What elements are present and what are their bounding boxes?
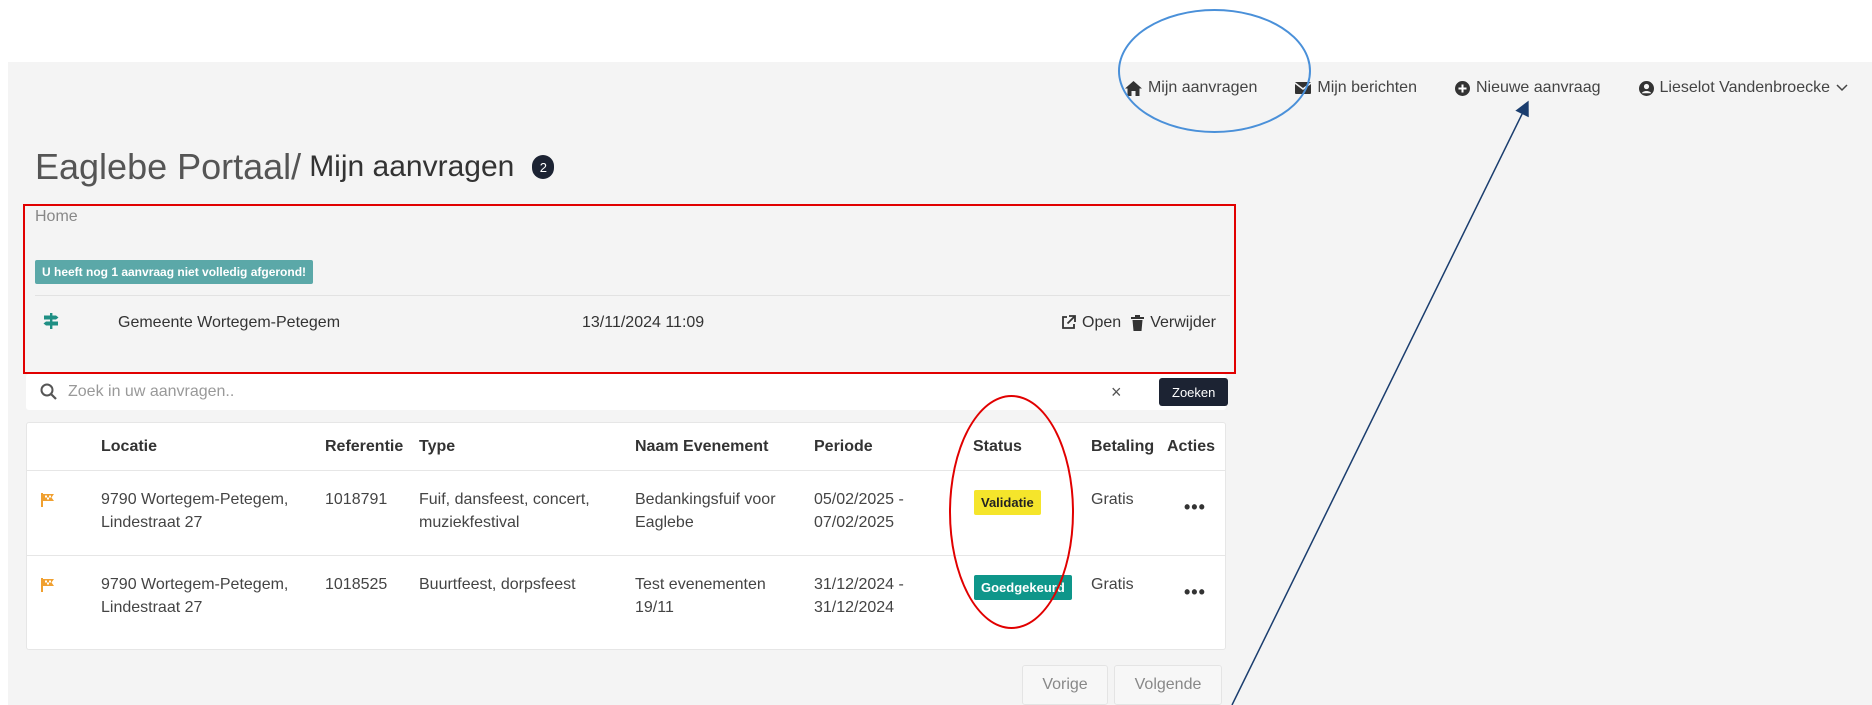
search-button[interactable]: Zoeken [1159, 378, 1229, 406]
header-type[interactable]: Type [419, 438, 455, 456]
nav-new-request[interactable]: Nieuwe aanvraag [1454, 79, 1601, 97]
draft-date: 13/11/2024 11:09 [582, 313, 705, 331]
status-badge: Validatie [974, 490, 1041, 515]
cell-location: 9790 Wortegem-Petegem, Lindestraat 27 [101, 488, 288, 534]
table-row[interactable]: 9790 Wortegem-Petegem, Lindestraat 27 101… [27, 471, 1225, 555]
draft-open-button[interactable]: Open [1061, 314, 1121, 332]
cell-payment: Gratis [1091, 576, 1134, 593]
incomplete-warning-badge: U heeft nog 1 aanvraag niet volledig afg… [35, 260, 314, 284]
header-payment[interactable]: Betaling [1091, 438, 1154, 456]
flag-icon [41, 578, 54, 592]
location-line: Lindestraat 27 [101, 599, 203, 616]
home-icon [1124, 80, 1142, 96]
nav-my-requests-label: Mijn aanvragen [1147, 79, 1258, 96]
location-line: 9790 Wortegem-Petegem, [101, 576, 289, 593]
clear-search-icon[interactable]: × [1111, 382, 1122, 403]
user-circle-icon [1638, 80, 1654, 96]
search-icon [40, 383, 57, 400]
cell-reference: 1018791 [325, 491, 388, 508]
nav-my-messages[interactable]: Mijn berichten [1295, 79, 1417, 97]
cell-event-name: Bedankingsfuif voor Eaglebe [635, 488, 776, 534]
event-line: Bedankingsfuif voor [635, 491, 776, 508]
previous-page-button[interactable]: Vorige [1022, 665, 1108, 705]
location-line: Lindestraat 27 [101, 514, 203, 531]
draft-delete-label: Verwijder [1150, 313, 1216, 331]
header-reference[interactable]: Referentie [325, 438, 403, 456]
cell-reference: 1018525 [325, 576, 388, 593]
draft-municipality: Gemeente Wortegem-Petegem [118, 313, 341, 331]
draft-open-label: Open [1082, 313, 1122, 331]
event-line: Eaglebe [635, 514, 694, 531]
cell-payment: Gratis [1091, 491, 1134, 508]
status-badge: Goedgekeurd [974, 575, 1072, 600]
cell-event-name: Test evenementen 19/11 [635, 573, 766, 619]
requests-table: Locatie Referentie Type Naam Evenement P… [26, 422, 1226, 650]
draft-request-row: Gemeente Wortegem-Petegem 13/11/2024 11:… [35, 295, 1230, 349]
page-title: Eaglebe Portaal/ Mijn aanvragen 2 [35, 146, 555, 188]
period-line: 07/02/2025 [814, 514, 895, 531]
header-status[interactable]: Status [973, 438, 1022, 456]
event-line: Test evenementen [635, 576, 766, 593]
cell-period: 05/02/2025 - 07/02/2025 [814, 488, 904, 534]
trash-icon [1131, 314, 1145, 331]
type-line: Buurtfeest, dorpsfeest [419, 576, 576, 593]
breadcrumb[interactable]: Home [35, 208, 78, 226]
signpost-icon [43, 313, 59, 329]
nav-my-messages-label: Mijn berichten [1317, 79, 1417, 96]
cell-type: Fuif, dansfeest, concert, muziekfestival [419, 488, 590, 534]
plus-circle-icon [1454, 80, 1470, 96]
external-link-icon [1062, 315, 1076, 329]
header-period[interactable]: Periode [814, 438, 873, 456]
table-row[interactable]: 9790 Wortegem-Petegem, Lindestraat 27 101… [27, 556, 1225, 640]
row-actions-button[interactable]: ••• [1184, 582, 1206, 603]
cell-period: 31/12/2024 - 31/12/2024 [814, 573, 904, 619]
period-line: 31/12/2024 [814, 599, 895, 616]
flag-icon [41, 493, 54, 507]
draft-actions: Open Verwijder [1061, 314, 1216, 332]
header-location[interactable]: Locatie [101, 438, 157, 456]
period-line: 31/12/2024 - [814, 576, 904, 593]
header-actions: Acties [1167, 438, 1216, 455]
row-actions-button[interactable]: ••• [1184, 497, 1206, 518]
nav-my-requests[interactable]: Mijn aanvragen [1124, 79, 1258, 97]
period-line: 05/02/2025 - [814, 491, 904, 508]
type-line: Fuif, dansfeest, concert, [419, 491, 590, 508]
request-count-badge: 2 [532, 155, 555, 179]
portal-page: Mijn aanvragen Mijn berichten Nieuwe aan… [8, 62, 1872, 705]
chevron-down-icon [1836, 84, 1848, 92]
nav-user-name: Lieselot Vandenbroecke [1659, 79, 1831, 96]
type-line: muziekfestival [419, 514, 520, 531]
page-subtitle: Mijn aanvragen [309, 150, 515, 183]
nav-user-menu[interactable]: Lieselot Vandenbroecke [1638, 79, 1849, 97]
top-nav: Mijn aanvragen Mijn berichten Nieuwe aan… [1124, 62, 1872, 114]
cell-location: 9790 Wortegem-Petegem, Lindestraat 27 [101, 573, 288, 619]
header-event-name[interactable]: Naam Evenement [635, 438, 768, 456]
cell-type: Buurtfeest, dorpsfeest [419, 573, 576, 596]
portal-title: Eaglebe Portaal/ [35, 146, 302, 187]
search-bar: × Zoeken [26, 374, 1229, 410]
nav-new-request-label: Nieuwe aanvraag [1475, 79, 1601, 96]
search-input[interactable] [68, 379, 868, 405]
event-line: 19/11 [635, 599, 674, 616]
draft-delete-button[interactable]: Verwijder [1131, 314, 1216, 332]
location-line: 9790 Wortegem-Petegem, [101, 491, 289, 508]
envelope-icon [1295, 82, 1312, 94]
next-page-button[interactable]: Volgende [1114, 665, 1222, 705]
